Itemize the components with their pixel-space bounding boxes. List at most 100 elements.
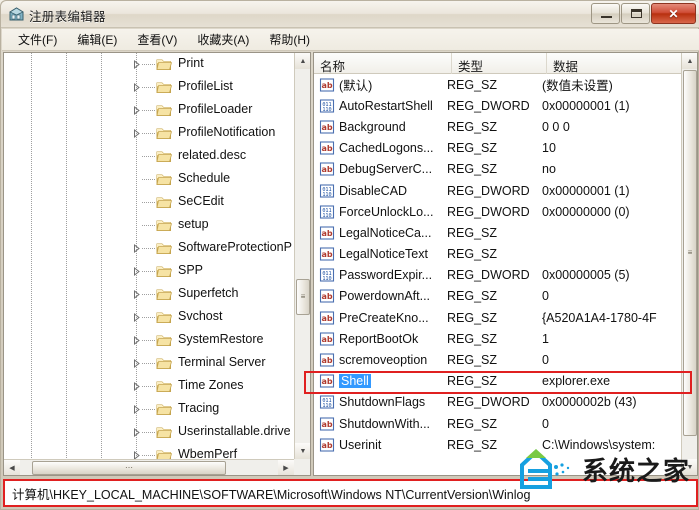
- value-row[interactable]: 011 110 DisableCAD REG_DWORD 0x00000001 (1): [314, 180, 681, 201]
- value-name-cell: ab ReportBootOk: [314, 332, 447, 346]
- tree-item-systemrestore[interactable]: SystemRestore: [4, 329, 294, 352]
- chevron-right-icon[interactable]: [131, 381, 142, 392]
- chevron-right-icon[interactable]: [131, 128, 142, 139]
- value-name: ShutdownWith...: [339, 416, 431, 431]
- svg-text:ab: ab: [321, 356, 332, 365]
- tree-item-profilelist[interactable]: ProfileList: [4, 76, 294, 99]
- window-controls: ✕: [590, 3, 696, 24]
- values-list[interactable]: ab (默认) REG_SZ (数值未设置) 011 110 AutoRestartShel…: [314, 74, 681, 459]
- tree-item-tracing[interactable]: Tracing: [4, 398, 294, 421]
- tree-item-print[interactable]: Print: [4, 53, 294, 76]
- value-row[interactable]: 011 110 AutoRestartShell REG_DWORD 0x0000000…: [314, 95, 681, 116]
- menu-view[interactable]: 查看(V): [127, 29, 187, 50]
- value-row[interactable]: ab CachedLogons... REG_SZ 10: [314, 138, 681, 159]
- chevron-right-icon[interactable]: [131, 312, 142, 323]
- value-data: 0: [542, 289, 549, 304]
- folder-icon: [156, 356, 173, 370]
- value-row[interactable]: ab PowerdownAft... REG_SZ 0: [314, 286, 681, 307]
- value-row[interactable]: ab Userinit REG_SZ C:\Windows\system:: [314, 434, 681, 455]
- folder-icon: [156, 379, 173, 393]
- menu-favorites[interactable]: 收藏夹(A): [187, 29, 259, 50]
- tree-item-softwareprotectionp[interactable]: SoftwareProtectionP: [4, 237, 294, 260]
- values-vertical-scrollbar[interactable]: ▲ ≡ ▼: [681, 53, 697, 475]
- value-row[interactable]: ab scremoveoption REG_SZ 0: [314, 349, 681, 370]
- chevron-right-icon[interactable]: [131, 404, 142, 415]
- chevron-right-icon[interactable]: [131, 82, 142, 93]
- tree-item-time-zones[interactable]: Time Zones: [4, 375, 294, 398]
- chevron-right-icon[interactable]: [131, 358, 142, 369]
- value-type: REG_SZ: [447, 289, 498, 304]
- minimize-button[interactable]: [591, 3, 620, 24]
- tree-item-superfetch[interactable]: Superfetch: [4, 283, 294, 306]
- tree-scroll-down-icon[interactable]: ▼: [295, 443, 310, 459]
- column-name[interactable]: 名称: [314, 53, 452, 74]
- value-row[interactable]: 011 110 PasswordExpir... REG_DWORD 0x0000000…: [314, 265, 681, 286]
- values-scroll-down-icon[interactable]: ▼: [682, 459, 697, 475]
- tree-item-related-desc[interactable]: related.desc: [4, 145, 294, 168]
- column-type[interactable]: 类型: [452, 53, 547, 74]
- value-name-cell: 011 110 DisableCAD: [314, 184, 447, 198]
- folder-icon: [156, 218, 173, 232]
- menu-help[interactable]: 帮助(H): [259, 29, 320, 50]
- value-row[interactable]: ab LegalNoticeText REG_SZ: [314, 244, 681, 265]
- tree-horizontal-scrollbar[interactable]: ◀ ⋯ ▶: [4, 459, 294, 475]
- value-name-cell: ab DebugServerC...: [314, 162, 447, 176]
- tree-scroll-right-icon[interactable]: ▶: [278, 460, 294, 475]
- value-row[interactable]: ab DebugServerC... REG_SZ no: [314, 159, 681, 180]
- value-type: REG_DWORD: [447, 268, 530, 283]
- value-type: REG_DWORD: [447, 204, 530, 219]
- tree-scroll-corner: [294, 459, 310, 475]
- chevron-right-icon[interactable]: [131, 266, 142, 277]
- chevron-right-icon[interactable]: [131, 105, 142, 116]
- registry-tree[interactable]: Print ProfileList ProfileLoader ProfileNoti…: [4, 53, 294, 459]
- svg-text:ab: ab: [321, 144, 332, 153]
- tree-hscroll-thumb[interactable]: ⋯: [32, 461, 226, 475]
- tree-item-label: Schedule: [178, 171, 231, 185]
- value-row[interactable]: ab (默认) REG_SZ (数值未设置): [314, 74, 681, 95]
- chevron-right-icon[interactable]: [131, 289, 142, 300]
- tree-item-userinstallable-drive[interactable]: Userinstallable.drive: [4, 421, 294, 444]
- value-row[interactable]: 011 110 ForceUnlockLo... REG_DWORD 0x0000000…: [314, 201, 681, 222]
- chevron-right-icon[interactable]: [131, 335, 142, 346]
- close-button[interactable]: ✕: [651, 3, 696, 24]
- value-data: 0: [542, 353, 549, 368]
- value-type: REG_SZ: [447, 353, 498, 368]
- value-type: REG_DWORD: [447, 183, 530, 198]
- column-data[interactable]: 数据: [547, 53, 681, 74]
- value-name-cell: 011 110 ForceUnlockLo...: [314, 205, 447, 219]
- value-row[interactable]: ab Background REG_SZ 0 0 0: [314, 116, 681, 137]
- tree-item-svchost[interactable]: Svchost: [4, 306, 294, 329]
- chevron-right-icon[interactable]: [131, 450, 142, 459]
- tree-scroll-up-icon[interactable]: ▲: [295, 53, 310, 69]
- maximize-button[interactable]: [621, 3, 650, 24]
- tree-item-setup[interactable]: setup: [4, 214, 294, 237]
- tree-item-terminal-server[interactable]: Terminal Server: [4, 352, 294, 375]
- tree-scroll-left-icon[interactable]: ◀: [4, 460, 20, 475]
- tree-item-wbemperf[interactable]: WbemPerf: [4, 444, 294, 459]
- value-name: LegalNoticeText: [339, 247, 428, 262]
- maximize-icon: [631, 9, 642, 18]
- tree-item-spp[interactable]: SPP: [4, 260, 294, 283]
- value-row[interactable]: ab ReportBootOk REG_SZ 1: [314, 328, 681, 349]
- tree-item-secedit[interactable]: SeCEdit: [4, 191, 294, 214]
- chevron-right-icon[interactable]: [131, 59, 142, 70]
- tree-scroll-thumb[interactable]: ≡: [296, 279, 310, 315]
- values-scroll-up-icon[interactable]: ▲: [682, 53, 697, 69]
- string-value-icon: ab: [319, 226, 335, 240]
- value-type: REG_SZ: [447, 416, 498, 431]
- value-row[interactable]: ab LegalNoticeCa... REG_SZ: [314, 222, 681, 243]
- tree-item-profileloader[interactable]: ProfileLoader: [4, 99, 294, 122]
- chevron-right-icon[interactable]: [131, 427, 142, 438]
- menu-file[interactable]: 文件(F): [8, 29, 67, 50]
- tree-vertical-scrollbar[interactable]: ▲ ≡ ▼: [294, 53, 310, 459]
- values-scroll-thumb[interactable]: ≡: [683, 70, 697, 436]
- chevron-right-icon[interactable]: [131, 243, 142, 254]
- value-row[interactable]: 011 110 ShutdownFlags REG_DWORD 0x0000002b (…: [314, 392, 681, 413]
- menu-edit[interactable]: 编辑(E): [67, 29, 127, 50]
- tree-item-schedule[interactable]: Schedule: [4, 168, 294, 191]
- value-row[interactable]: ab PreCreateKno... REG_SZ {A520A1A4-1780-4F: [314, 307, 681, 328]
- value-row[interactable]: ab ShutdownWith... REG_SZ 0: [314, 413, 681, 434]
- svg-text:110: 110: [322, 107, 331, 113]
- value-row[interactable]: ab Shell REG_SZ explorer.exe: [314, 371, 681, 392]
- tree-item-profilenotification[interactable]: ProfileNotification: [4, 122, 294, 145]
